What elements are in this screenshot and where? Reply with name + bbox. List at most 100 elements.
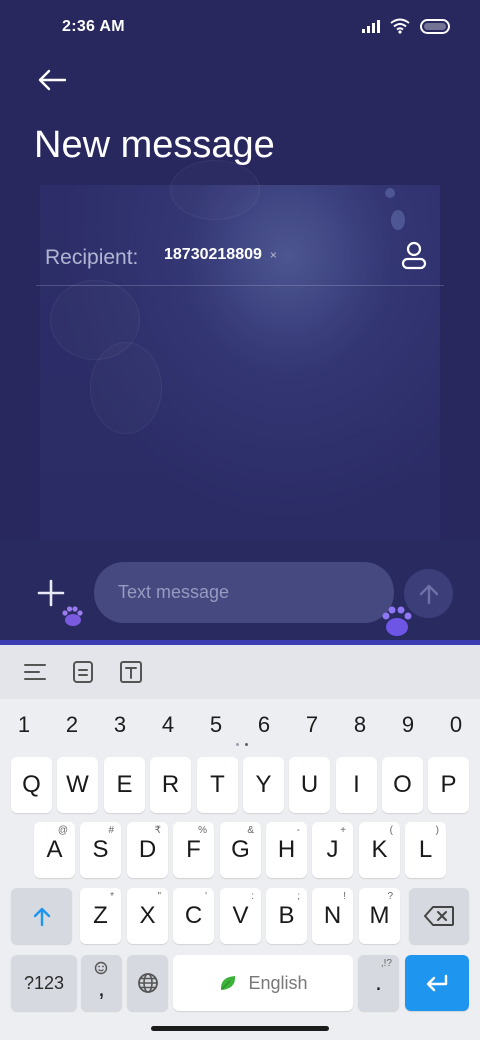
key-f[interactable]: % F (173, 822, 214, 878)
key-t[interactable]: T (197, 757, 238, 813)
key-label: X (139, 902, 156, 929)
key-w[interactable]: W (57, 757, 98, 813)
key-k[interactable]: (K (359, 822, 400, 878)
key-4[interactable]: 4 (146, 707, 190, 743)
key-o[interactable]: O (382, 757, 423, 813)
key-p[interactable]: P (428, 757, 469, 813)
key-label: K (371, 836, 388, 863)
space-label: English (248, 972, 308, 993)
key-alt-label: * (110, 891, 114, 902)
keyboard-page-indicator (236, 743, 248, 746)
backspace-key[interactable] (409, 888, 469, 944)
key-y[interactable]: Y (243, 757, 284, 813)
key-d[interactable]: ₹ D (127, 822, 168, 878)
backspace-icon (424, 906, 454, 926)
key-i[interactable]: I (336, 757, 377, 813)
key-alt-label: & (247, 825, 254, 836)
key-8[interactable]: 8 (338, 707, 382, 743)
key-label: W (66, 771, 89, 798)
key-g[interactable]: & G (220, 822, 261, 878)
key-label: V (232, 902, 249, 929)
remove-recipient-button[interactable]: × (270, 248, 277, 262)
signal-icon (362, 19, 380, 33)
contacts-button[interactable] (398, 240, 430, 272)
symbols-label: ?123 (23, 973, 65, 993)
key-label: Q (22, 771, 41, 798)
paw-sticker-icon (382, 606, 412, 636)
key-q[interactable]: Q (11, 757, 52, 813)
home-indicator[interactable] (151, 1026, 329, 1031)
period-key[interactable]: ,!?. (358, 955, 399, 1011)
key-2[interactable]: 2 (50, 707, 94, 743)
key-label: I (353, 771, 360, 798)
keyboard-toolbar (0, 645, 480, 699)
text-edit-button[interactable] (118, 659, 144, 685)
key-alt-label: ₹ (154, 825, 161, 836)
key-7[interactable]: 7 (290, 707, 334, 743)
background-decoration (385, 188, 395, 198)
emoji-icon (94, 961, 108, 975)
key-label: H (277, 836, 296, 863)
key-5[interactable]: 5 (194, 707, 238, 743)
key-label: G (231, 836, 250, 863)
key-m[interactable]: ? M (359, 888, 400, 944)
key-label: S (92, 836, 109, 863)
key-0[interactable]: 0 (434, 707, 478, 743)
key-b[interactable]: ; B (266, 888, 307, 944)
key-9[interactable]: 9 (386, 707, 430, 743)
key-c[interactable]: ' C (173, 888, 214, 944)
keyboard-menu-button[interactable] (22, 659, 48, 685)
key-alt-label: + (340, 825, 346, 836)
key-alt-label: - (296, 825, 300, 836)
key-h[interactable]: -H (266, 822, 307, 878)
text-box-icon (120, 661, 142, 683)
symbols-key[interactable]: ?123 (11, 955, 77, 1011)
key-label: R (161, 771, 180, 798)
key-3[interactable]: 3 (98, 707, 142, 743)
back-button[interactable] (32, 62, 72, 98)
space-key[interactable]: English (173, 955, 353, 1011)
shift-key[interactable] (11, 888, 72, 944)
background-decoration (50, 280, 140, 360)
key-6[interactable]: 6 (242, 707, 286, 743)
recipient-field[interactable]: Recipient: 18730218809 × (36, 232, 444, 286)
key-label: P (440, 771, 457, 798)
key-label: E (116, 771, 133, 798)
key-r[interactable]: R (150, 757, 191, 813)
key-n[interactable]: ! N (312, 888, 353, 944)
key-z[interactable]: * Z (80, 888, 121, 944)
page-title: New message (34, 124, 275, 166)
language-key[interactable] (127, 955, 168, 1011)
recipient-chip[interactable]: 18730218809 × (164, 246, 277, 264)
key-label: D (138, 836, 157, 863)
key-label: O (393, 771, 412, 798)
key-alt-label: ' (205, 891, 207, 902)
key-label: F (186, 836, 201, 863)
key-1[interactable]: 1 (2, 707, 46, 743)
key-j[interactable]: + J (312, 822, 353, 878)
emoji-comma-key[interactable]: , (81, 955, 122, 1011)
key-e[interactable]: E (104, 757, 145, 813)
key-x[interactable]: " X (127, 888, 168, 944)
key-s[interactable]: # S (80, 822, 121, 878)
recipient-label: Recipient: (45, 246, 139, 269)
globe-icon (137, 973, 158, 993)
key-alt-label: ) (435, 825, 439, 836)
key-u[interactable]: U (289, 757, 330, 813)
key-alt-label: " (157, 891, 161, 902)
recipient-number: 18730218809 (164, 246, 262, 263)
enter-key[interactable] (405, 955, 469, 1011)
key-label: C (184, 902, 203, 929)
key-v[interactable]: :V (220, 888, 261, 944)
message-input[interactable] (94, 562, 394, 623)
key-a[interactable]: @ A (34, 822, 75, 878)
shift-arrow-up-icon (33, 907, 50, 927)
enter-arrow-icon (426, 974, 448, 992)
key-label: M (369, 902, 390, 929)
clipboard-button[interactable] (70, 659, 96, 685)
paw-sticker-icon (62, 606, 83, 626)
person-icon (401, 241, 427, 270)
key-l[interactable]: ) L (405, 822, 446, 878)
arrow-up-icon (419, 584, 438, 604)
key-alt-label: ! (343, 891, 346, 902)
